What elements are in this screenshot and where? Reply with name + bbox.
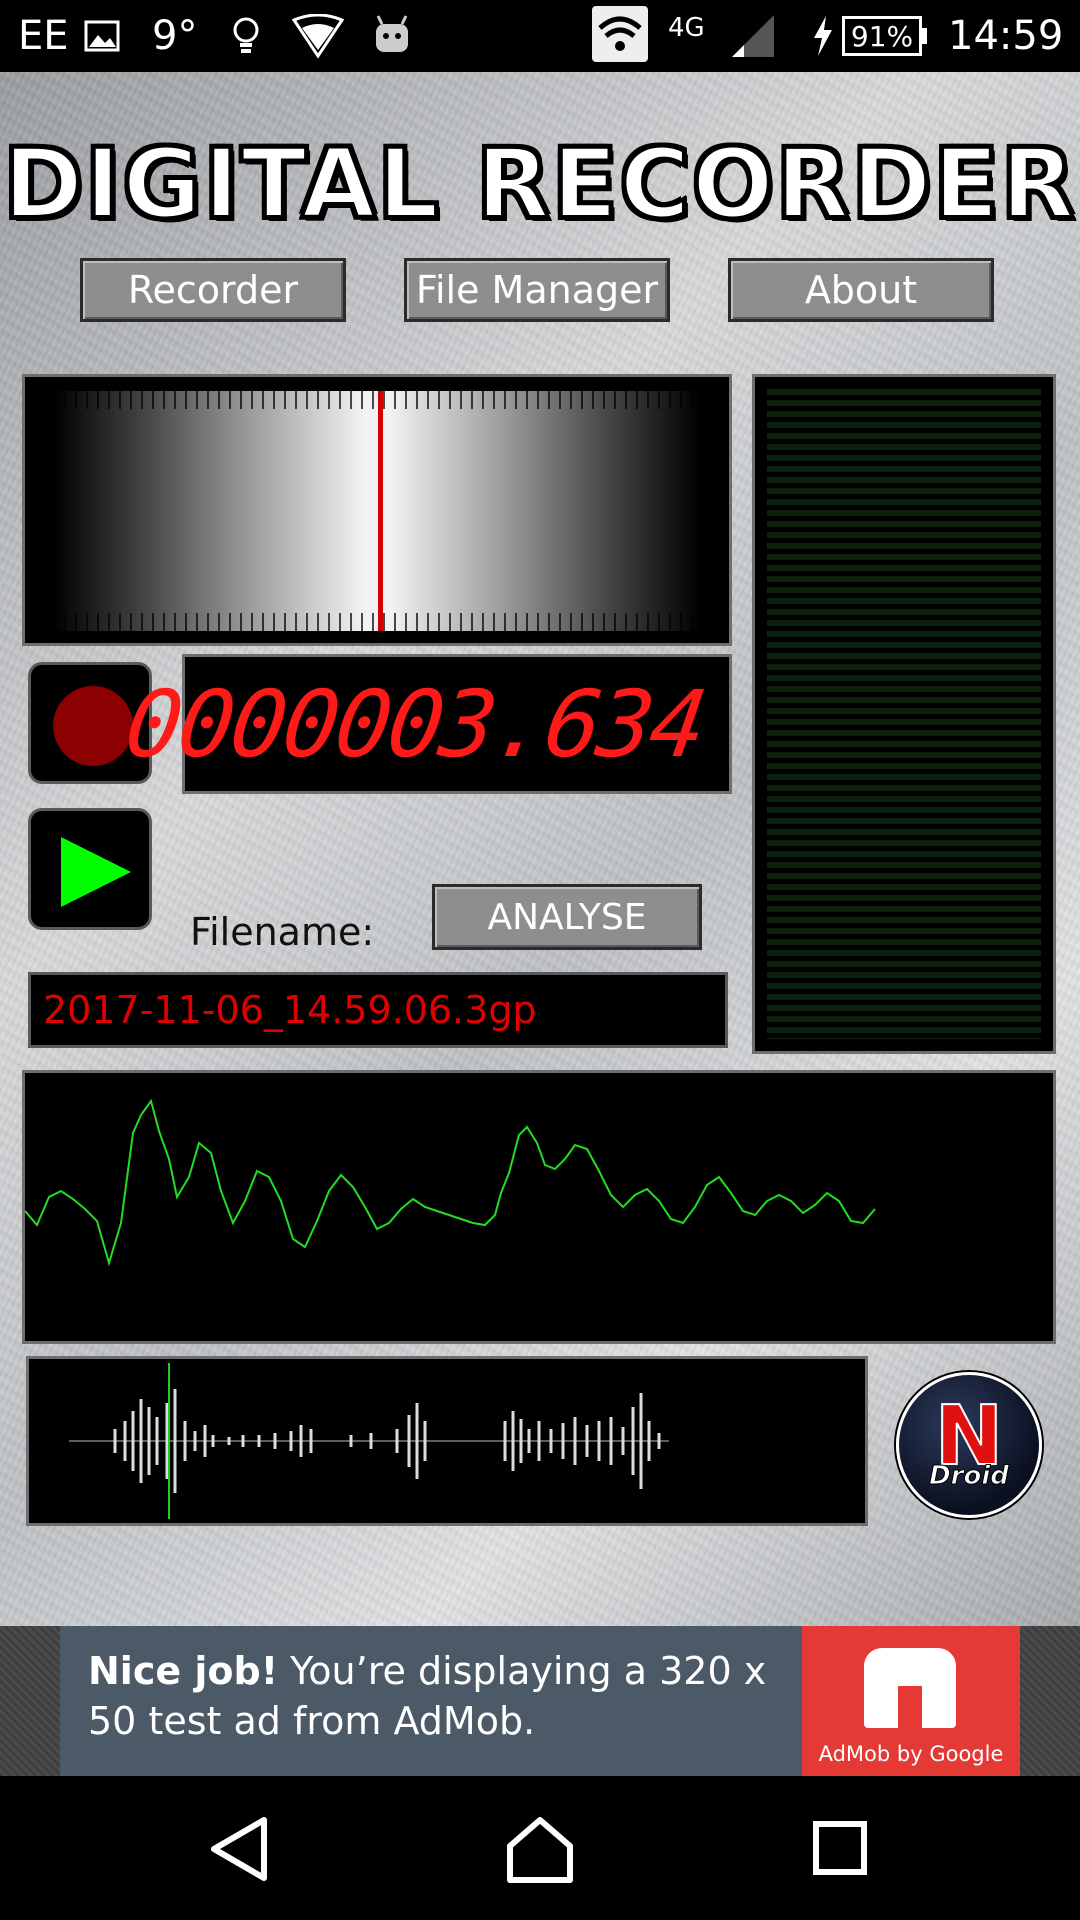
battery-indicator: 91% (842, 10, 927, 62)
time-counter: 0000003.634 (119, 654, 732, 794)
ad-headline: Nice job! (88, 1649, 279, 1693)
admob-icon (864, 1648, 956, 1728)
oscilloscope-panel (22, 1070, 1056, 1344)
vu-meter-bars (767, 389, 1041, 1039)
vu-meter (752, 374, 1056, 1054)
battery-cap (922, 28, 927, 44)
ad-text: Nice job! You’re displaying a 320 x 50 t… (88, 1646, 808, 1746)
recording-amplitude (69, 1363, 669, 1519)
file-manager-button[interactable]: File Manager (404, 258, 670, 322)
gauge-needle (378, 391, 383, 631)
level-gauge (53, 391, 701, 631)
carrier-text: EE (18, 13, 69, 59)
counter-value: 0000003.634 (119, 670, 711, 778)
admob-label: AdMob by Google (818, 1742, 1004, 1766)
level-gauge-panel (22, 374, 732, 646)
android-icon (372, 10, 412, 62)
gallery-icon (84, 10, 120, 62)
ndroid-logo[interactable]: N Droid (896, 1372, 1042, 1518)
app-screen: DIGITAL RECORDER Recorder File Manager A… (0, 72, 1080, 1626)
clock: 14:59 (948, 10, 1063, 62)
status-bar: EE 9° 4G 91% 14:59 (0, 0, 1080, 72)
about-button[interactable]: About (728, 258, 994, 322)
filename-field[interactable]: 2017-11-06_14.59.06.3gp (28, 972, 728, 1048)
battery-icon: 91% (842, 16, 922, 56)
filename-label: Filename: (190, 910, 375, 954)
home-icon (507, 1817, 573, 1883)
temperature-text: 9° (152, 13, 198, 59)
play-button[interactable] (28, 808, 152, 930)
ad-content[interactable]: Nice job! You’re displaying a 320 x 50 t… (60, 1626, 1020, 1776)
wifi-hotspot-icon (592, 6, 648, 62)
gauge-ticks-top (53, 391, 701, 409)
carrier-label: EE (18, 10, 69, 62)
play-icon (61, 837, 131, 907)
home-button[interactable] (500, 1814, 580, 1884)
recents-icon (813, 1821, 867, 1875)
recorder-button[interactable]: Recorder (80, 258, 346, 322)
charging-icon (812, 10, 834, 62)
lightbulb-icon (230, 10, 262, 62)
temperature: 9° (152, 10, 197, 62)
app-title: DIGITAL RECORDER (1, 126, 1077, 242)
network-type: 4G (668, 2, 705, 54)
admob-brand[interactable]: AdMob by Google (802, 1626, 1020, 1776)
clock-text: 14:59 (948, 13, 1064, 59)
logo-word: Droid (929, 1461, 1010, 1492)
ad-banner[interactable]: Nice job! You’re displaying a 320 x 50 t… (0, 1626, 1080, 1776)
oscilloscope-waveform (25, 1098, 876, 1267)
signal-icon (730, 10, 776, 62)
network-type-text: 4G (668, 13, 705, 43)
gauge-ticks-bottom (53, 613, 701, 631)
battery-text: 91% (850, 19, 914, 53)
shield-wifi-icon (292, 10, 344, 62)
back-icon (211, 1817, 267, 1881)
back-button[interactable] (202, 1814, 282, 1884)
recents-button[interactable] (800, 1814, 880, 1884)
system-nav-bar (0, 1776, 1080, 1920)
recording-timeline (26, 1356, 868, 1526)
record-icon (53, 686, 133, 766)
analyse-button[interactable]: ANALYSE (432, 884, 702, 950)
